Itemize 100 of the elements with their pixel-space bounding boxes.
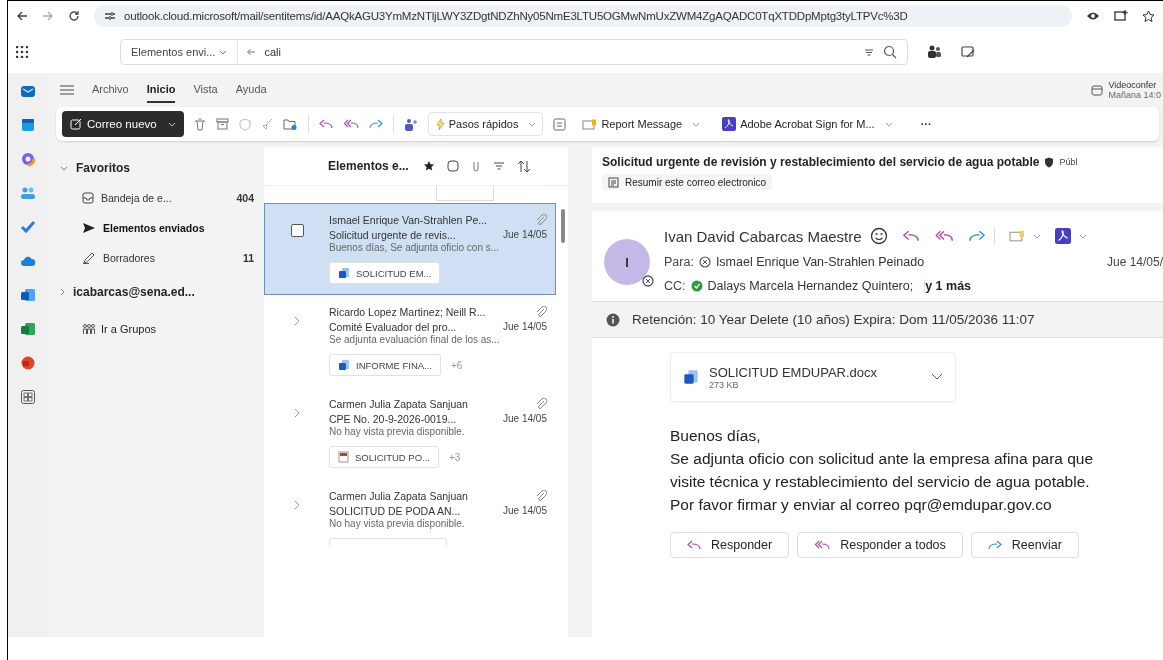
message-item[interactable]: Ismael Enrique Van-Strahlen Pe... Solicitud urgente de revis... Jue 14/05 Buenos días, Se adjunta oficio con s... SOLICITUD EM... [264,203,556,295]
folder-item[interactable]: Bandeja de e... 404 [60,183,260,213]
back-arrow-icon[interactable] [16,10,28,22]
smiley-icon[interactable] [869,227,888,245]
action-button[interactable]: Responder a todos [797,532,963,558]
email-date: Jue 14/05/ [1106,255,1163,269]
chevron-down-icon[interactable] [60,165,68,171]
action-button[interactable]: Reenviar [970,532,1079,558]
sender-name[interactable]: Ivan David Cabarcas Maestre [664,227,862,245]
people-icon[interactable] [403,117,418,131]
star-icon[interactable] [422,160,435,172]
paperclip-icon [535,397,547,410]
reply-all-icon [814,539,831,551]
email-subject: Solicitud urgente de revisión y restablecimiento del servicio de agua potable [602,155,1040,169]
new-mail-button[interactable]: Correo nuevo [62,111,184,137]
circle-icon[interactable] [20,355,36,371]
star-icon[interactable] [1142,9,1155,23]
send-icon [82,222,96,234]
spreadsheet-icon[interactable] [20,321,36,337]
search-scope-dropdown[interactable]: Elementos envi... [121,40,239,64]
more-recipients-link[interactable]: y 1 más [924,279,972,293]
attachment-chip[interactable]: SOLICITUD PO... [329,446,439,468]
archive-box-icon[interactable] [215,118,229,130]
summarize-button[interactable]: Resumir este correo electronico [602,174,773,190]
app-launcher-icon[interactable] [16,46,28,58]
reply-icon[interactable] [901,229,920,243]
folder-item[interactable]: Elementos enviados [60,213,260,243]
document-icon[interactable] [20,287,36,303]
ribbon-tab[interactable]: Vista [193,77,218,103]
group-icon [82,323,96,335]
search-icon[interactable] [883,45,897,59]
filter-icon[interactable] [863,47,875,57]
meeting-time: Mañana 14:0 [1108,90,1161,100]
sort-icon[interactable] [516,159,531,173]
attachment-size: 273 KB [709,379,740,390]
recipient-name[interactable]: Ismael Enrique Van-Strahlen Peinado [715,255,925,269]
to-label: Para: [664,255,694,269]
calendar-icon[interactable] [20,117,36,133]
sender-name: Ricardo Lopez Martinez; Neill R... [329,305,486,318]
trash-icon[interactable] [193,117,206,131]
eye-icon[interactable] [1086,10,1100,22]
ring-icon[interactable] [20,151,36,167]
chevron-right-icon[interactable] [294,500,300,510]
folder-move-icon[interactable] [282,117,298,131]
chevron-down-icon [219,49,228,55]
pdf-logo-icon[interactable] [1054,228,1071,244]
account-header[interactable]: icabarcas@sena.ed... [73,285,195,299]
checkmark-icon[interactable] [20,219,36,235]
action-button[interactable]: Responder [670,532,790,558]
reply-icon[interactable] [318,118,333,130]
recipient-name[interactable]: Dalays Marcela Hernandez Quintero; [707,279,914,293]
email-body-line: visite técnica y restablecimiento del servicio de agua potable. [670,472,1091,492]
menu-icon[interactable] [60,85,74,95]
ribbon-tab[interactable]: Ayuda [235,77,267,103]
reply-all-icon[interactable] [342,118,359,130]
attachment-chip[interactable]: SOLICITUD EM... [329,262,441,284]
forward-icon[interactable] [967,229,986,243]
adobe-sign-button[interactable]: Adobe Acrobat Sign for M... [716,112,899,136]
reply-icon [687,539,701,551]
attachment-chip[interactable]: INFORME FINA... [329,354,441,376]
more-attachments-count: +6 [451,359,463,371]
folder-item[interactable]: Borradores 11 [60,243,260,273]
quick-steps-button[interactable]: Pasos rápidos [427,112,544,136]
screen-plus-icon[interactable] [1114,10,1128,22]
square-icon[interactable] [446,160,459,172]
envelope-icon[interactable] [20,83,36,99]
chevron-right-icon[interactable] [294,316,300,326]
forward-icon[interactable] [368,118,383,130]
grid-icon[interactable] [20,389,36,405]
paperclip-icon[interactable] [470,159,481,173]
checkbox[interactable] [290,224,304,237]
more-options-button[interactable]: ··· [914,112,938,136]
chevron-down-icon [167,121,176,127]
search-bar[interactable]: Elementos envi... cali [120,39,908,65]
sender-name: Carmen Julia Zapata Sanjuan [329,397,468,410]
chevron-right-icon[interactable] [294,408,300,418]
chevron-down-icon [528,121,537,127]
site-settings-icon[interactable] [104,11,116,21]
ribbon-tab[interactable]: Inicio [146,77,176,103]
attachment-card[interactable]: SOLICITUD EMDUPAR.docx 273 KB [670,352,956,402]
note-pen-icon[interactable] [960,44,976,60]
pencil-icon [82,252,96,264]
reply-all-icon[interactable] [933,229,954,243]
message-preview: Buenos días, Se adjunta oficio con s... [329,242,501,255]
paperclip-icon [535,305,547,318]
address-bar[interactable]: outlook.cloud.microsoft/mail/sentitems/id/AAQkAGU3YmMzNTljLWY3ZDgtNDZhNy05NmE3LTU5OGMwNmUxZWM4ZgAQADC0TqXTDDpMptg3tyLTPVc%3D [94,5,1072,27]
go-to-groups-link[interactable]: Ir a Grupos [60,317,260,341]
reload-icon[interactable] [68,10,80,22]
favorites-header[interactable]: Favoritos [76,161,130,175]
list-title: Elementos e... [328,159,409,173]
chevron-right-icon[interactable] [60,288,65,296]
email-body-line: Se adjunta oficio con solicitud ante la empresa afina para que [670,449,1095,469]
report-message-button[interactable]: Report Message [576,112,707,136]
people-icon[interactable] [926,44,942,60]
sender-name: Carmen Julia Zapata Sanjuan [329,489,468,502]
chevron-down-icon[interactable] [931,373,943,381]
ribbon-tab[interactable]: Archivo [92,77,129,103]
forward-icon [987,539,1002,551]
document-lines-icon [608,176,620,188]
email-body-line: Buenos días, [670,426,762,446]
